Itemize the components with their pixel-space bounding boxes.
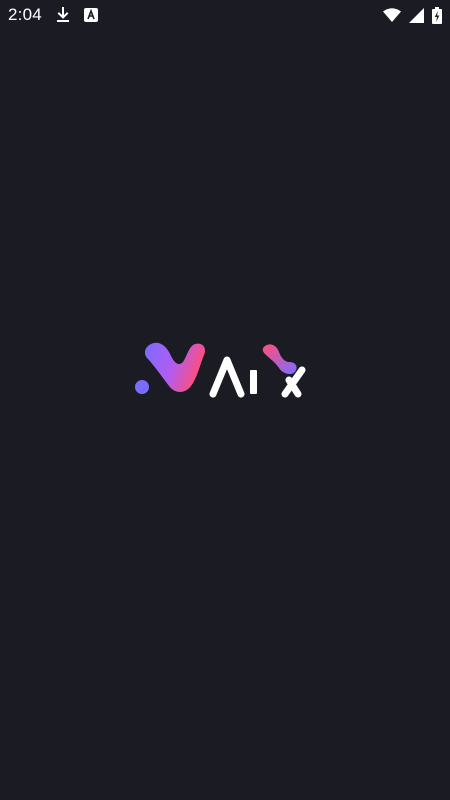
status-left: 2:04: [8, 5, 98, 25]
status-time: 2:04: [8, 5, 42, 24]
battery-charging-icon: [432, 6, 442, 24]
splash-screen: 2:04: [0, 0, 450, 800]
download-icon: [56, 7, 70, 23]
wifi-icon: [383, 8, 401, 22]
logo-wordmark: [209, 344, 306, 398]
app-notification-icon: [83, 8, 98, 22]
status-bar: 2:04: [0, 0, 450, 30]
logo-mark-icon: [135, 342, 205, 394]
app-logo: Aix: [133, 338, 319, 400]
cell-signal-icon: [409, 7, 424, 23]
status-right: [383, 6, 442, 24]
